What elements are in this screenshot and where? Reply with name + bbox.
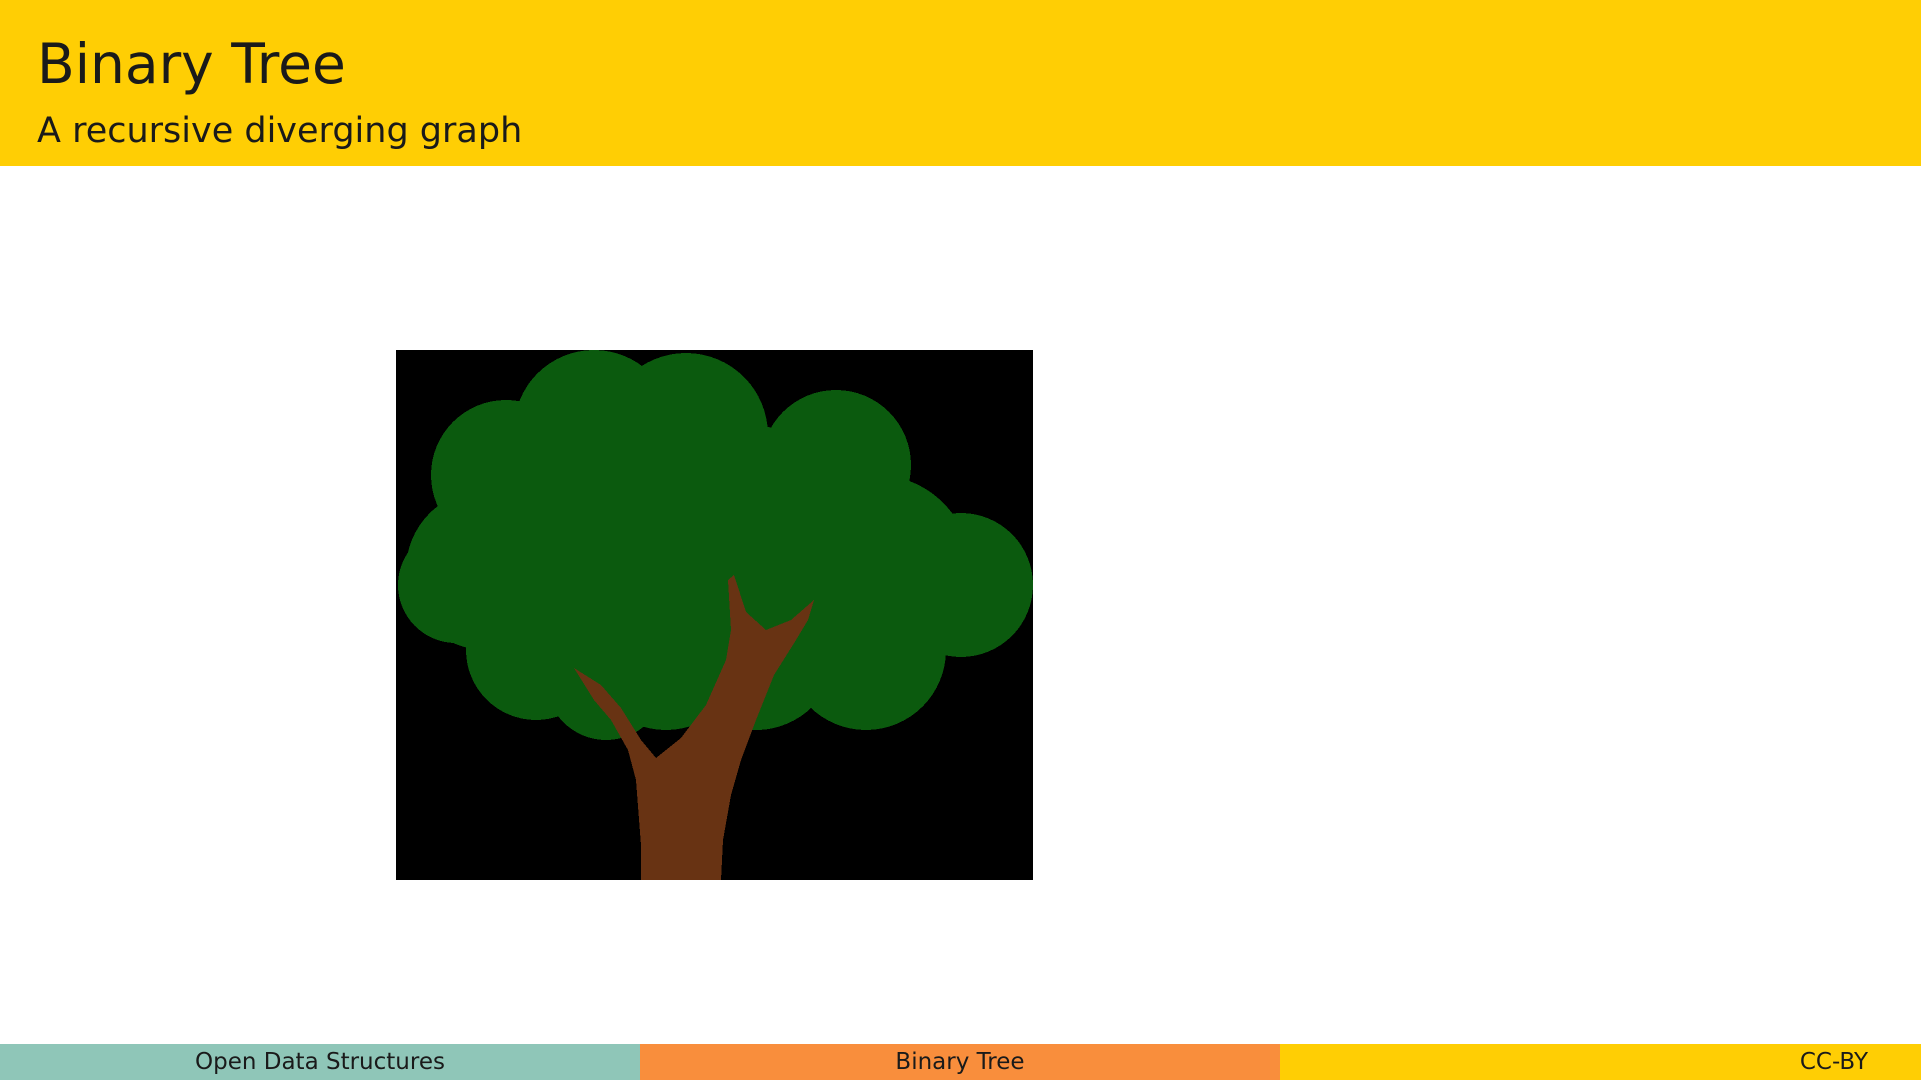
tree-image [396, 350, 1033, 880]
slide-title: Binary Tree [37, 32, 346, 96]
footer-slide-topic: Binary Tree [640, 1044, 1280, 1080]
footer-license: CC-BY [1280, 1044, 1921, 1080]
footer-course-name: Open Data Structures [0, 1044, 640, 1080]
slide: Binary Tree A recursive diverging graph [0, 0, 1921, 1080]
tree-illustration [396, 350, 1033, 880]
slide-header: Binary Tree A recursive diverging graph [0, 0, 1921, 166]
slide-subtitle: A recursive diverging graph [37, 111, 523, 151]
slide-footer: Open Data Structures Binary Tree CC-BY [0, 1044, 1921, 1080]
